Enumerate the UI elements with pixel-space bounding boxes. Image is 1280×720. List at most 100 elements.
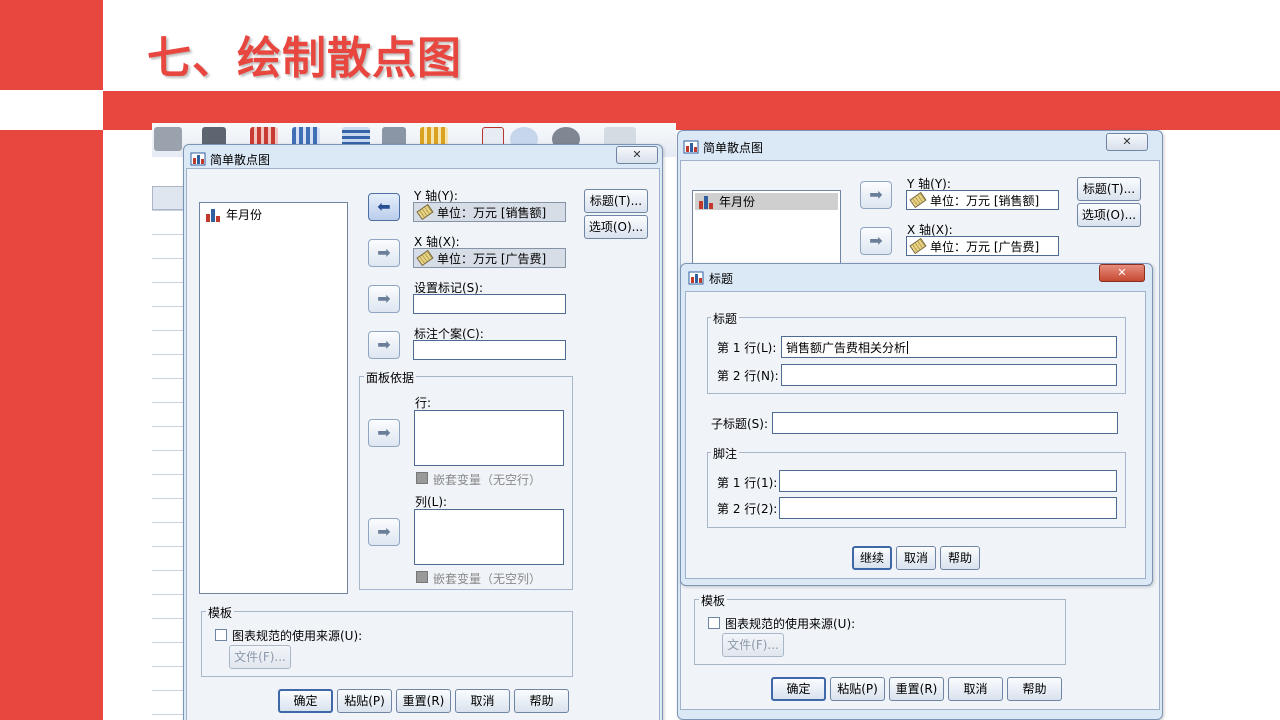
file-button[interactable]: 文件(F)... (722, 633, 784, 657)
footnote-line1-input[interactable] (779, 470, 1117, 492)
close-button[interactable]: ✕ (1099, 264, 1145, 282)
help-button[interactable]: 帮助 (1007, 677, 1062, 701)
panel-by-group-title: 面板依据 (364, 369, 417, 386)
move-to-x-axis-button[interactable]: ➡ (860, 227, 892, 255)
rows-label: 行: (415, 396, 432, 410)
variable-list[interactable] (199, 202, 348, 594)
text-cursor (907, 340, 909, 354)
y-axis-value: 单位：万元 [销售额] (930, 193, 1040, 208)
cancel-button[interactable]: 取消 (896, 546, 936, 570)
list-item[interactable]: 年月份 (206, 206, 262, 223)
spss-app-icon (683, 138, 699, 154)
title-line2-input[interactable] (781, 364, 1117, 386)
move-to-y-axis-button[interactable]: ⬅ (368, 193, 400, 221)
arrow-right-icon: ➡ (377, 423, 391, 442)
continue-button[interactable]: 继续 (852, 546, 892, 570)
nominal-variable-icon (206, 208, 222, 222)
red-corner-block (0, 0, 103, 90)
y-axis-field[interactable]: 单位：万元 [销售额] (906, 190, 1059, 210)
dialog-title: 标题 (709, 272, 734, 286)
options-button[interactable]: 选项(O)... (1077, 203, 1141, 227)
reset-button[interactable]: 重置(R) (396, 689, 451, 713)
y-axis-value: 单位：万元 [销售额] (437, 205, 547, 220)
columns-field[interactable] (414, 509, 564, 565)
scale-variable-icon (416, 203, 434, 221)
help-button[interactable]: 帮助 (940, 546, 980, 570)
move-to-y-axis-button[interactable]: ➡ (860, 181, 892, 209)
arrow-right-icon: ➡ (869, 185, 883, 204)
title-line1-input[interactable]: 销售额广告费相关分析 (781, 336, 1117, 358)
cancel-button[interactable]: 取消 (948, 677, 1003, 701)
nest-columns-checkbox[interactable] (416, 571, 428, 583)
nest-rows-checkbox[interactable] (416, 472, 428, 484)
use-chart-spec-label: 图表规范的使用来源(U): (725, 617, 856, 631)
use-chart-spec-label: 图表规范的使用来源(U): (232, 629, 363, 643)
help-button[interactable]: 帮助 (514, 689, 569, 713)
footnote-line2-input[interactable] (779, 497, 1117, 519)
rows-field[interactable] (414, 410, 564, 466)
variable-name: 年月份 (226, 208, 263, 222)
arrow-right-icon: ➡ (377, 243, 391, 262)
variable-name: 年月份 (719, 195, 756, 209)
subtitle-label: 子标题(S): (711, 417, 769, 431)
nest-rows-label: 嵌套变量（无空行） (433, 473, 542, 487)
x-axis-value: 单位：万元 [广告费] (930, 239, 1040, 254)
spss-app-icon (688, 269, 704, 285)
label-cases-field[interactable] (413, 340, 566, 360)
x-axis-field[interactable]: 单位：万元 [广告费] (413, 248, 566, 268)
dialog-title: 简单散点图 (210, 153, 271, 167)
footnote-group-title: 脚注 (711, 445, 740, 462)
titles-button[interactable]: 标题(T)... (1077, 177, 1141, 201)
arrow-right-icon: ➡ (377, 289, 391, 308)
use-chart-spec-checkbox[interactable] (215, 629, 227, 641)
move-to-markers-button[interactable]: ➡ (368, 285, 400, 313)
scale-variable-icon (909, 191, 927, 209)
close-icon: ✕ (1117, 266, 1127, 279)
dialog-title: 简单散点图 (703, 141, 764, 155)
columns-label: 列(L): (415, 495, 448, 509)
close-button[interactable]: ✕ (1106, 133, 1148, 151)
ok-button[interactable]: 确定 (278, 689, 333, 713)
paste-button[interactable]: 粘贴(P) (337, 689, 392, 713)
list-item[interactable]: 年月份 (695, 193, 838, 210)
footnote-line2-label: 第 2 行(2): (717, 502, 778, 516)
y-axis-field[interactable]: 单位：万元 [销售额] (413, 202, 566, 222)
cancel-button[interactable]: 取消 (455, 689, 510, 713)
spss-app-icon (190, 150, 206, 166)
template-group-title: 模板 (206, 604, 235, 621)
move-to-x-axis-button[interactable]: ➡ (368, 239, 400, 267)
slide-title: 七、绘制散点图 (147, 33, 462, 84)
x-axis-value: 单位：万元 [广告费] (437, 251, 547, 266)
titles-button[interactable]: 标题(T)... (584, 189, 648, 213)
scale-variable-icon (909, 237, 927, 255)
close-icon: ✕ (632, 148, 642, 161)
options-button[interactable]: 选项(O)... (584, 215, 648, 239)
paste-button[interactable]: 粘贴(P) (830, 677, 885, 701)
move-to-columns-button[interactable]: ➡ (368, 518, 400, 546)
title-line1-label: 第 1 行(L): (717, 341, 777, 355)
close-button[interactable]: ✕ (616, 146, 658, 164)
title-line2-label: 第 2 行(N): (717, 369, 779, 383)
arrow-left-icon: ⬅ (377, 197, 391, 216)
data-grid (152, 186, 184, 720)
nominal-variable-icon (699, 195, 715, 209)
set-markers-field[interactable] (413, 294, 566, 314)
arrow-right-icon: ➡ (377, 522, 391, 541)
file-button[interactable]: 文件(F)... (229, 645, 291, 669)
move-to-rows-button[interactable]: ➡ (368, 419, 400, 447)
move-to-label-cases-button[interactable]: ➡ (368, 331, 400, 359)
arrow-right-icon: ➡ (377, 335, 391, 354)
ok-button[interactable]: 确定 (771, 677, 826, 701)
use-chart-spec-checkbox[interactable] (708, 617, 720, 629)
title-line1-value: 销售额广告费相关分析 (786, 340, 907, 355)
scale-variable-icon (416, 249, 434, 267)
footnote-line1-label: 第 1 行(1): (717, 476, 778, 490)
subtitle-input[interactable] (772, 412, 1118, 434)
red-left-bar (0, 130, 103, 720)
reset-button[interactable]: 重置(R) (889, 677, 944, 701)
x-axis-field[interactable]: 单位：万元 [广告费] (906, 236, 1059, 256)
grid-header-cell (152, 186, 184, 210)
arrow-right-icon: ➡ (869, 231, 883, 250)
title-group-title: 标题 (711, 310, 740, 327)
toolbar-icon-1[interactable] (154, 127, 182, 151)
